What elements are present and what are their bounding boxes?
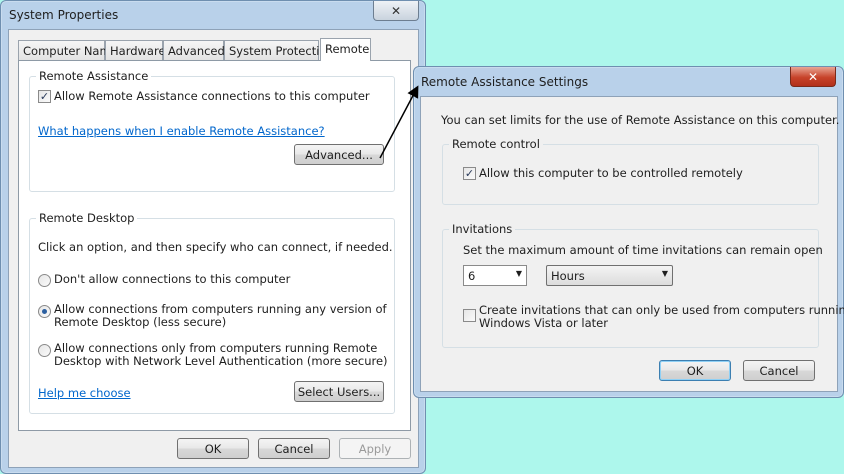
chevron-down-icon: ▼ <box>515 269 522 278</box>
allow-any-version-label-line2: Remote Desktop (less secure) <box>54 315 227 329</box>
remote-desktop-group: Remote Desktop Click an option, and then… <box>29 211 395 414</box>
remote-control-group: Remote control ✓ Allow this computer to … <box>442 137 819 205</box>
close-icon: ✕ <box>807 69 819 84</box>
check-icon: ✓ <box>39 90 50 103</box>
allow-any-version-label-line1: Allow connections from computers running… <box>54 302 387 316</box>
allow-nla-only-label-line2: Desktop with Network Level Authenticatio… <box>54 354 388 368</box>
invitations-group: Invitations Set the maximum amount of ti… <box>442 222 844 348</box>
close-button[interactable]: ✕ <box>790 67 836 87</box>
select-users-button[interactable]: Select Users... <box>294 381 384 402</box>
allow-remote-control-checkbox[interactable]: ✓ <box>463 167 476 180</box>
invitation-time-instruction: Set the maximum amount of time invitatio… <box>463 243 823 257</box>
ok-button[interactable]: OK <box>177 438 249 459</box>
apply-button: Apply <box>339 438 411 459</box>
close-button[interactable]: ✕ <box>373 1 419 21</box>
tab-hardware[interactable]: Hardware <box>105 40 166 60</box>
allow-remote-control-label: Allow this computer to be controlled rem… <box>479 166 743 180</box>
remote-assistance-settings-window: Remote Assistance Settings ✕ You can set… <box>413 66 844 398</box>
tab-remote[interactable]: Remote <box>320 38 371 61</box>
vista-only-label-line1: Create invitations that can only be used… <box>479 303 844 317</box>
group-label: Remote Desktop <box>36 211 138 225</box>
remote-tab-panel: Remote Assistance ✓ Allow Remote Assista… <box>18 60 411 431</box>
check-icon: ✓ <box>464 167 475 180</box>
tab-computer-name[interactable]: Computer Name <box>18 40 118 60</box>
window-title: Remote Assistance Settings <box>421 75 589 89</box>
invitation-unit-dropdown[interactable]: Hours ▼ <box>546 265 673 286</box>
dont-allow-label: Don't allow connections to this computer <box>54 272 291 286</box>
remote-desktop-instruction: Click an option, and then specify who ca… <box>38 240 393 254</box>
tab-advanced[interactable]: Advanced <box>163 40 225 60</box>
invitation-amount-dropdown[interactable]: 6 ▼ <box>463 265 527 286</box>
close-icon: ✕ <box>390 3 402 18</box>
allow-any-version-radio[interactable] <box>38 305 51 318</box>
dont-allow-radio[interactable] <box>38 274 51 287</box>
remote-assistance-help-link[interactable]: What happens when I enable Remote Assist… <box>38 124 325 138</box>
vista-only-label-line2: Windows Vista or later <box>479 316 608 330</box>
dialog-client-area: Computer Name Hardware Advanced System P… <box>8 29 419 468</box>
remote-assistance-group: Remote Assistance ✓ Allow Remote Assista… <box>29 69 395 192</box>
group-label: Remote control <box>449 137 543 151</box>
invitation-amount-value: 6 <box>468 269 476 283</box>
cancel-button[interactable]: Cancel <box>258 438 330 459</box>
dialog-client-area: You can set limits for the use of Remote… <box>420 96 844 392</box>
help-me-choose-link[interactable]: Help me choose <box>38 386 131 400</box>
ok-button[interactable]: OK <box>659 360 731 381</box>
cancel-button[interactable]: Cancel <box>743 360 815 381</box>
intro-text: You can set limits for the use of Remote… <box>441 113 840 127</box>
allow-nla-only-radio[interactable] <box>38 344 51 357</box>
vista-only-invitations-checkbox[interactable] <box>463 309 476 322</box>
allow-remote-assistance-checkbox[interactable]: ✓ <box>38 90 51 103</box>
chevron-down-icon: ▼ <box>661 269 668 278</box>
window-title: System Properties <box>9 8 119 22</box>
invitation-unit-value: Hours <box>551 269 585 283</box>
tab-system-protection[interactable]: System Protection <box>224 40 334 60</box>
advanced-button[interactable]: Advanced... <box>294 144 384 165</box>
allow-nla-only-label-line1: Allow connections only from computers ru… <box>54 341 378 355</box>
group-label: Remote Assistance <box>36 69 152 83</box>
group-label: Invitations <box>449 222 516 236</box>
system-properties-window: System Properties ✕ Computer Name Hardwa… <box>0 0 426 474</box>
allow-remote-assistance-label: Allow Remote Assistance connections to t… <box>54 89 370 103</box>
